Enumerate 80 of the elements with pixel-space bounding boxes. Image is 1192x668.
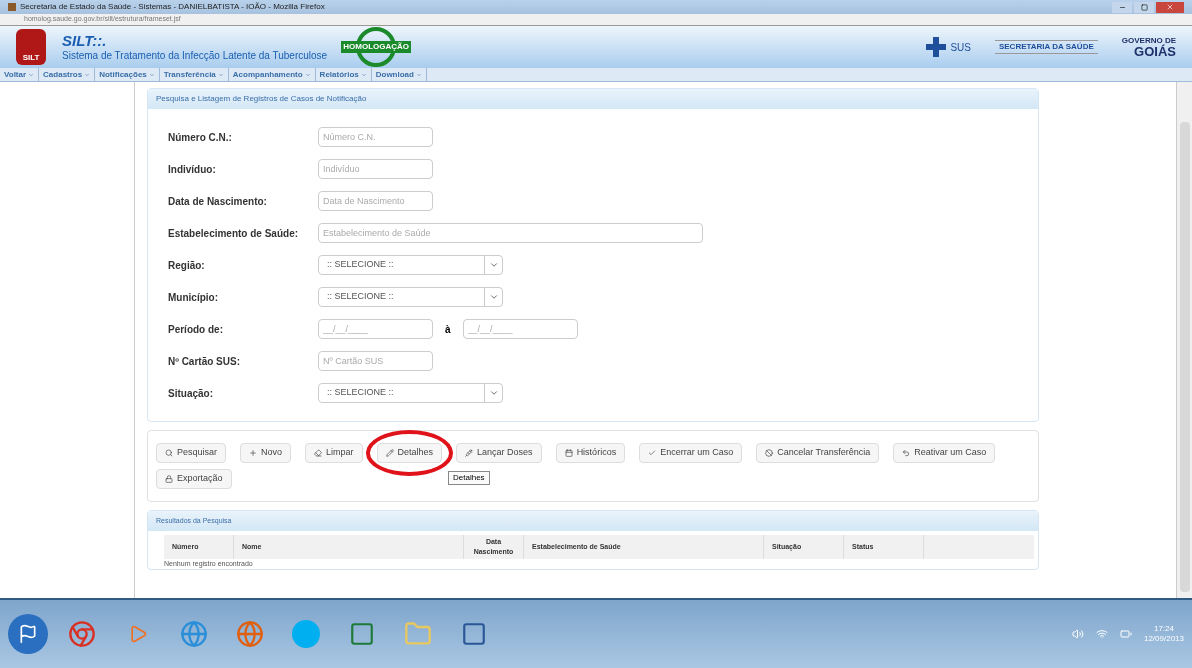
toolbar-button[interactable]: Novo bbox=[240, 443, 292, 463]
pencil-icon bbox=[385, 449, 394, 457]
caret-icon bbox=[488, 292, 499, 302]
input-field[interactable]: Estabelecimento de Saúde bbox=[318, 223, 703, 243]
network-icon[interactable] bbox=[1095, 628, 1108, 640]
sus-logo: SUS bbox=[950, 40, 971, 55]
lungs-logo: SILT bbox=[16, 29, 46, 65]
caret-icon bbox=[488, 260, 499, 270]
toolbar-button[interactable]: Limpar bbox=[305, 443, 363, 463]
window-title: Secretaria de Estado da Saúde - Sistemas - DANIELBATISTA - IOÃO - Mozilla Firefox bbox=[20, 1, 326, 13]
government-label: GOVERNO DE bbox=[1121, 36, 1176, 45]
close-icon bbox=[1166, 3, 1174, 11]
caret-icon bbox=[217, 71, 224, 78]
tooltip: Detalhes bbox=[448, 471, 490, 485]
field-label: Situação: bbox=[168, 386, 214, 401]
menu-item[interactable]: Cadastros bbox=[39, 68, 96, 81]
calendar-icon bbox=[564, 449, 573, 457]
toolbar-button[interactable]: Exportação bbox=[156, 469, 232, 489]
scrollbar[interactable] bbox=[1176, 82, 1192, 598]
search-icon bbox=[165, 449, 173, 457]
app-icon bbox=[8, 3, 16, 11]
menu-item[interactable]: Relatórios bbox=[315, 68, 372, 81]
range-separator: à bbox=[445, 322, 451, 337]
menu-item[interactable]: Acompanhamento bbox=[228, 68, 316, 81]
field-label: Estabelecimento de Saúde: bbox=[168, 226, 300, 241]
flag-icon bbox=[18, 624, 38, 644]
maximize-icon bbox=[1140, 3, 1148, 11]
input-field[interactable]: Indivíduo bbox=[318, 159, 433, 179]
input-field[interactable]: Número C.N. bbox=[318, 127, 433, 147]
plus-icon bbox=[249, 449, 258, 457]
battery-icon[interactable] bbox=[1119, 628, 1132, 640]
menu-item[interactable]: Voltar bbox=[0, 68, 40, 81]
field-label: Data de Nascimento: bbox=[168, 194, 268, 209]
caret-icon bbox=[84, 71, 91, 78]
toolbar-button[interactable]: Encerrar um Caso bbox=[639, 443, 743, 463]
toolbar-button[interactable]: Pesquisar bbox=[156, 443, 227, 463]
toolbar-button[interactable]: Detalhes bbox=[376, 443, 443, 463]
toolbar-button[interactable]: Lançar Doses bbox=[456, 443, 542, 463]
check-icon bbox=[648, 449, 657, 457]
cancel-icon bbox=[765, 449, 774, 457]
start-button[interactable] bbox=[8, 614, 48, 654]
select-dropdown[interactable]: :: SELECIONE :: bbox=[318, 383, 503, 403]
toolbar-button[interactable]: Históricos bbox=[555, 443, 626, 463]
lock-icon bbox=[165, 475, 173, 483]
syringe-icon bbox=[465, 449, 474, 457]
minimize-button[interactable] bbox=[1112, 1, 1132, 13]
select-dropdown[interactable]: :: SELECIONE :: bbox=[318, 255, 503, 275]
select-dropdown[interactable]: :: SELECIONE :: bbox=[318, 287, 503, 307]
undo-icon bbox=[902, 449, 911, 457]
field-label: Período de: bbox=[168, 322, 224, 337]
caret-icon bbox=[28, 71, 35, 78]
field-label: Indivíduo: bbox=[168, 162, 217, 177]
caret-icon bbox=[488, 388, 499, 398]
volume-icon[interactable] bbox=[1071, 628, 1084, 640]
field-label: Nº Cartão SUS: bbox=[168, 354, 241, 369]
menu-item[interactable]: Download bbox=[371, 68, 427, 81]
caret-icon bbox=[415, 71, 422, 78]
menu-item[interactable]: Notificações bbox=[95, 68, 160, 81]
caret-icon bbox=[360, 71, 367, 78]
date-field[interactable]: __/__/____ bbox=[462, 319, 578, 339]
secretaria-logo: SECRETARIA DA SAÚDE bbox=[994, 40, 1098, 54]
caret-icon bbox=[148, 71, 155, 78]
toolbar-button[interactable]: Cancelar Transferência bbox=[756, 443, 880, 463]
cross-icon bbox=[926, 37, 947, 57]
menu-item[interactable]: Transferência bbox=[159, 68, 229, 81]
maximize-button[interactable] bbox=[1134, 1, 1154, 13]
input-field[interactable]: Data de Nascimento bbox=[318, 191, 433, 211]
state-logo: GOIÁS bbox=[1134, 44, 1176, 58]
caret-icon bbox=[304, 71, 311, 78]
date-field[interactable]: __/__/____ bbox=[318, 319, 433, 339]
eraser-icon bbox=[314, 449, 323, 457]
app-title: SILT::. bbox=[62, 33, 108, 48]
field-label: Número C.N.: bbox=[168, 130, 233, 145]
app-subtitle: Sistema de Tratamento da Infecção Latente da Tuberculose bbox=[62, 51, 328, 61]
input-field[interactable]: Nº Cartão SUS bbox=[318, 351, 433, 371]
panel-header: Pesquisa e Listagem de Registros de Casos de Notificação bbox=[148, 89, 1038, 109]
field-label: Região: bbox=[168, 258, 206, 273]
close-button[interactable] bbox=[1156, 1, 1184, 13]
toolbar-button[interactable]: Reativar um Caso bbox=[893, 443, 996, 463]
field-label: Município: bbox=[168, 290, 219, 305]
